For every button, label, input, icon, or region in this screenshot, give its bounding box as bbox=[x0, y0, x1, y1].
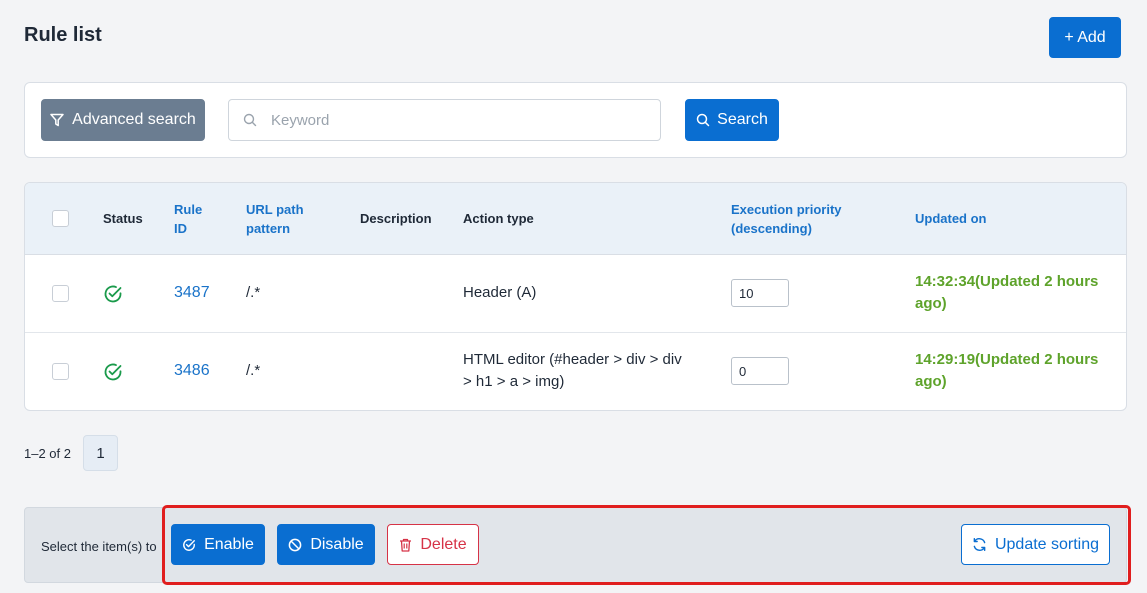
search-icon bbox=[243, 113, 257, 127]
column-execution-priority[interactable]: Execution priority (descending) bbox=[731, 200, 842, 238]
column-priority-line1: Execution priority bbox=[731, 202, 842, 217]
table-row: 3486 /.* HTML editor (#header > div > di… bbox=[25, 333, 1126, 410]
url-pattern: /.* bbox=[246, 362, 261, 379]
column-url-line1: URL path bbox=[246, 202, 304, 217]
page-title: Rule list bbox=[24, 24, 102, 46]
search-button[interactable]: Search bbox=[685, 99, 779, 141]
trash-icon bbox=[400, 538, 412, 552]
action-type-line1: HTML editor (#header > div > div bbox=[463, 351, 682, 368]
ban-icon bbox=[288, 538, 302, 551]
advanced-search-button[interactable]: Advanced search bbox=[41, 99, 205, 141]
check-circle-icon bbox=[104, 285, 122, 303]
table-header: Status Rule ID URL path pattern Descript… bbox=[25, 183, 1126, 255]
row-checkbox[interactable] bbox=[52, 363, 69, 380]
priority-input[interactable] bbox=[731, 279, 789, 307]
delete-button[interactable]: Delete bbox=[387, 524, 479, 565]
column-rule-id[interactable]: Rule ID bbox=[174, 200, 202, 238]
rule-id-link[interactable]: 3486 bbox=[174, 360, 210, 382]
pagination-range: 1–2 of 2 bbox=[24, 446, 71, 461]
action-type-line1: Header (A) bbox=[463, 284, 537, 301]
updated-on: 14:29:19(Updated 2 hours ago) bbox=[915, 349, 1098, 393]
bulk-action-label: Select the item(s) to bbox=[41, 539, 157, 554]
enable-label: Enable bbox=[204, 535, 254, 553]
url-pattern: /.* bbox=[246, 284, 261, 301]
rules-table: Status Rule ID URL path pattern Descript… bbox=[24, 182, 1127, 411]
column-status[interactable]: Status bbox=[103, 209, 143, 228]
action-type: HTML editor (#header > div > div > h1 > … bbox=[463, 349, 682, 393]
priority-input[interactable] bbox=[731, 357, 789, 385]
updated-on-line2: ago) bbox=[915, 295, 947, 312]
add-button[interactable]: + Add bbox=[1049, 17, 1121, 58]
delete-label: Delete bbox=[420, 535, 467, 553]
select-all-checkbox[interactable] bbox=[52, 210, 69, 227]
update-sorting-button[interactable]: Update sorting bbox=[961, 524, 1110, 565]
updated-on-line2: ago) bbox=[915, 373, 947, 390]
check-circle-icon bbox=[104, 363, 122, 381]
search-panel: Advanced search Search bbox=[24, 82, 1127, 158]
action-type-line2: > h1 > a > img) bbox=[463, 373, 565, 390]
filter-icon bbox=[50, 113, 64, 127]
update-sorting-label: Update sorting bbox=[994, 535, 1100, 553]
rule-id-link[interactable]: 3487 bbox=[174, 282, 210, 304]
column-updated-on[interactable]: Updated on bbox=[915, 209, 987, 228]
search-button-label: Search bbox=[717, 111, 768, 128]
column-rule-id-line2: ID bbox=[174, 221, 187, 236]
column-url-pattern[interactable]: URL path pattern bbox=[246, 200, 304, 238]
page-button[interactable]: 1 bbox=[83, 435, 118, 471]
refresh-icon bbox=[973, 537, 986, 552]
keyword-input[interactable] bbox=[269, 100, 649, 140]
disable-label: Disable bbox=[310, 535, 364, 553]
search-icon bbox=[696, 113, 710, 127]
column-action-type: Action type bbox=[463, 211, 534, 226]
check-circle-icon bbox=[183, 538, 196, 551]
row-checkbox[interactable] bbox=[52, 285, 69, 302]
column-priority-line2: (descending) bbox=[731, 221, 812, 236]
updated-on: 14:32:34(Updated 2 hours ago) bbox=[915, 271, 1098, 315]
updated-on-line1: 14:29:19(Updated 2 hours bbox=[915, 351, 1099, 368]
updated-on-line1: 14:32:34(Updated 2 hours bbox=[915, 273, 1099, 290]
enable-button[interactable]: Enable bbox=[171, 524, 265, 565]
advanced-search-label: Advanced search bbox=[72, 111, 196, 128]
action-type: Header (A) bbox=[463, 282, 536, 304]
column-description: Description bbox=[360, 211, 432, 226]
table-row: 3487 /.* Header (A) 14:32:34(Updated 2 h… bbox=[25, 255, 1126, 333]
disable-button[interactable]: Disable bbox=[277, 524, 375, 565]
column-url-line2: pattern bbox=[246, 221, 291, 236]
keyword-field[interactable] bbox=[228, 99, 661, 141]
column-rule-id-line1: Rule bbox=[174, 202, 203, 217]
